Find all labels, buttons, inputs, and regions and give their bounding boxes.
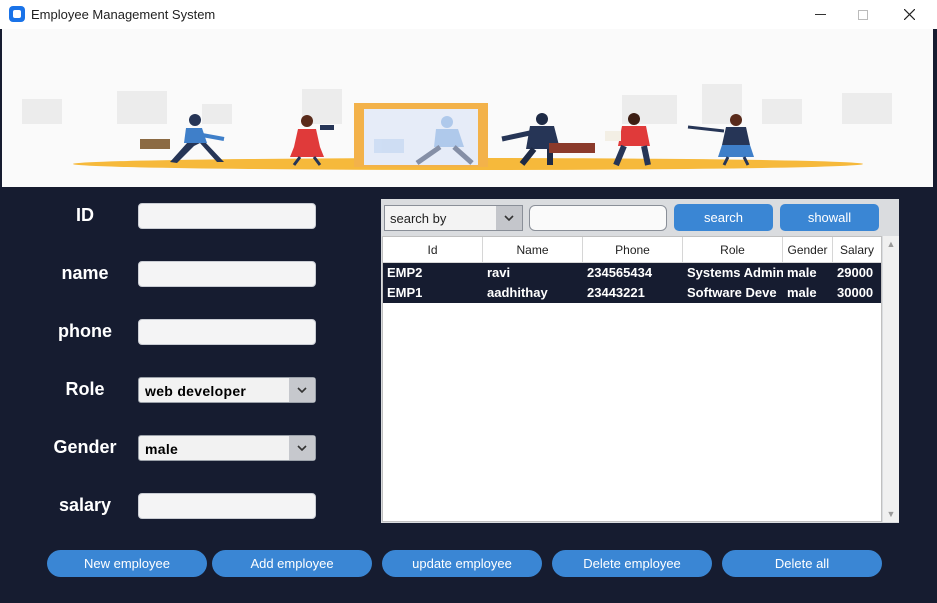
salary-input[interactable] [138,493,316,519]
salary-label: salary [58,495,112,515]
role-select[interactable]: web developer [138,377,316,403]
cell-salary: 30000 [837,285,874,300]
gender-select[interactable]: male [138,435,316,461]
records-panel: search by search showall Id Name Phone R… [381,199,899,523]
cell-role: Systems Admin [687,265,783,280]
cell-id: EMP1 [387,285,423,300]
new-employee-button[interactable]: New employee [47,550,207,577]
role-label: Role [65,379,105,399]
id-input[interactable] [138,203,316,229]
phone-label: phone [58,321,112,341]
search-by-select[interactable]: search by [384,205,523,231]
cell-salary: 29000 [837,265,874,280]
scroll-up-icon[interactable]: ▲ [883,236,899,252]
delete-employee-button[interactable]: Delete employee [552,550,712,577]
cell-phone: 234565434 [587,265,653,280]
window-title: Employee Management System [31,7,216,22]
search-input[interactable] [529,205,667,231]
cell-gender: male [787,265,817,280]
id-label: ID [76,205,94,225]
minimize-icon[interactable] [797,0,843,29]
chevron-down-icon[interactable] [496,206,522,230]
phone-input[interactable] [138,319,316,345]
column-header-role[interactable]: Role [683,237,783,262]
role-selected-value: web developer [145,383,247,399]
cell-name: ravi [487,265,511,280]
team-illustration [22,84,892,170]
column-header-name[interactable]: Name [483,237,583,262]
column-header-salary[interactable]: Salary [833,237,881,262]
showall-button[interactable]: showall [780,204,879,231]
table-scrollbar[interactable]: ▲ ▼ [883,236,899,522]
table-header: Id Name Phone Role Gender Salary [383,237,881,263]
cell-phone: 23443221 [587,285,645,300]
table-row[interactable]: EMP1 aadhithay 23443221 Software Deve ma… [383,283,881,303]
app-icon [9,6,25,22]
scroll-down-icon[interactable]: ▼ [883,506,899,522]
update-employee-button[interactable]: update employee [382,550,542,577]
cell-id: EMP2 [387,265,423,280]
maximize-icon[interactable] [840,0,886,29]
name-input[interactable] [138,261,316,287]
table-row[interactable]: EMP2 ravi 234565434 Systems Admin male 2… [383,263,881,283]
cell-gender: male [787,285,817,300]
chevron-down-icon[interactable] [289,378,315,402]
cell-name: aadhithay [487,285,548,300]
delete-all-button[interactable]: Delete all [722,550,882,577]
add-employee-button[interactable]: Add employee [212,550,372,577]
gender-selected-value: male [145,441,179,457]
column-header-gender[interactable]: Gender [783,237,833,262]
employee-table: Id Name Phone Role Gender Salary EMP2 ra… [382,236,882,522]
column-header-phone[interactable]: Phone [583,237,683,262]
name-label: name [61,263,109,283]
column-header-id[interactable]: Id [383,237,483,262]
search-button[interactable]: search [674,204,773,231]
gender-label: Gender [53,437,117,457]
cell-role: Software Deve [687,285,777,300]
chevron-down-icon[interactable] [289,436,315,460]
title-bar: Employee Management System [0,0,937,29]
banner-illustration [2,29,933,187]
search-by-value: search by [390,211,447,226]
close-icon[interactable] [886,0,932,29]
